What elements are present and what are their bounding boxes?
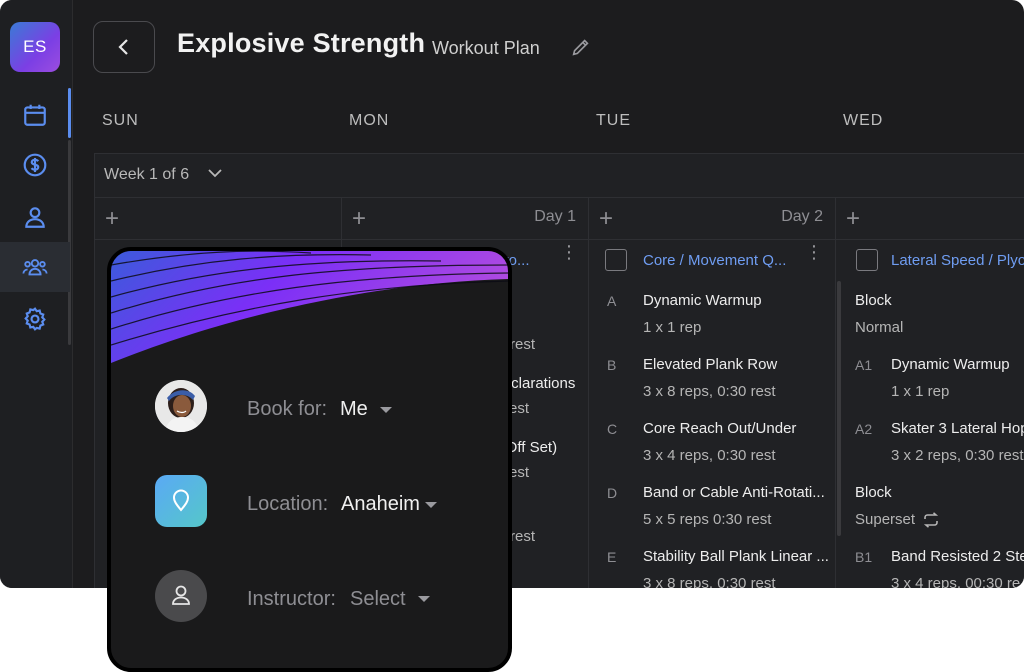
- block-type: Superset: [855, 511, 916, 528]
- exercise-detail: 1 x 1 rep: [643, 319, 702, 336]
- dollar-icon: [23, 153, 47, 177]
- back-button[interactable]: [93, 21, 155, 73]
- instructor-select[interactable]: Select: [350, 588, 406, 611]
- block-label: Block: [855, 292, 892, 309]
- exercise-detail: 3 x 8 reps, 0:30 rest: [643, 575, 776, 588]
- week-label: Week 1 of 6: [104, 166, 190, 183]
- day-column-tue: + Day 2 Core / Movement Q... ⋮ A Dynamic…: [589, 197, 836, 588]
- sidebar-item-settings[interactable]: [0, 294, 70, 344]
- location-pin-icon: [172, 489, 190, 512]
- add-workout-button[interactable]: +: [352, 205, 366, 233]
- exercise-detail: 3 x 4 reps, 0:30 rest: [643, 447, 776, 464]
- block-label: Block: [855, 484, 892, 501]
- exercise-name[interactable]: Core Reach Out/Under: [643, 420, 796, 437]
- exercise-name[interactable]: Dynamic Warmup: [643, 292, 762, 309]
- person-icon: [172, 585, 190, 605]
- more-options-icon[interactable]: ⋮: [560, 243, 578, 261]
- sidebar: ES: [0, 0, 73, 588]
- workout-checkbox[interactable]: [856, 249, 878, 271]
- sidebar-item-calendar[interactable]: [0, 90, 70, 140]
- booking-card: Book for: Me Location: Anaheim Instructo…: [107, 247, 512, 672]
- exercise-letter: B: [607, 357, 617, 373]
- exercise-name[interactable]: Elevated Plank Row: [643, 356, 777, 373]
- chevron-down-icon[interactable]: [418, 596, 430, 602]
- add-workout-button[interactable]: +: [105, 205, 119, 233]
- more-options-icon[interactable]: ⋮: [805, 243, 823, 261]
- page-subtitle: Workout Plan: [432, 38, 540, 58]
- location-pin-tile: [155, 475, 207, 527]
- exercise-letter: C: [607, 421, 618, 437]
- add-workout-button[interactable]: +: [599, 205, 613, 233]
- location-label: Location:: [247, 493, 329, 515]
- day-column-wed: + Lateral Speed / Plyo Block Normal A1 D…: [836, 197, 1024, 588]
- exercise-detail: 3 x 4 reps, 00:30 re: [891, 575, 1021, 588]
- exercise-detail: 3 x 2 reps, 0:30 rest: [891, 447, 1024, 464]
- exercise-detail: 1 x 1 rep: [891, 383, 950, 400]
- exercise-detail: rest: [510, 336, 536, 353]
- exercise-letter: E: [607, 549, 617, 565]
- person-icon: [25, 207, 45, 228]
- chevron-down-icon: [208, 169, 222, 178]
- sidebar-item-clients[interactable]: [0, 242, 70, 292]
- block-type: Normal: [855, 319, 904, 336]
- workout-title[interactable]: Core / Movement Q...: [643, 252, 786, 269]
- user-avatar[interactable]: ES: [10, 22, 60, 72]
- chevron-down-icon[interactable]: [380, 407, 392, 413]
- add-workout-button[interactable]: +: [846, 205, 860, 233]
- user-photo-avatar: [155, 380, 207, 432]
- column-header: + Day 1: [342, 197, 588, 240]
- book-for-label: Book for:: [247, 398, 328, 420]
- workout-checkbox[interactable]: [605, 249, 627, 271]
- chevron-down-icon[interactable]: [425, 502, 437, 508]
- column-header: +: [95, 197, 341, 240]
- day-number-label: Day 1: [534, 208, 576, 225]
- exercise-name[interactable]: Skater 3 Lateral Hop: [891, 420, 1024, 437]
- exercise-letter: A: [607, 293, 617, 309]
- column-header: + Day 2: [589, 197, 835, 240]
- location-value[interactable]: Anaheim: [341, 493, 420, 516]
- exercise-name[interactable]: Dynamic Warmup: [891, 356, 1010, 373]
- column-header: +: [836, 197, 1024, 240]
- exercise-detail: 3 x 8 reps, 0:30 rest: [643, 383, 776, 400]
- repeat-icon: [923, 512, 939, 528]
- exercise-name[interactable]: Band or Cable Anti-Rotati...: [643, 484, 825, 501]
- exercise-name[interactable]: Stability Ball Plank Linear ...: [643, 548, 829, 565]
- exercise-detail: 5 x 5 reps 0:30 rest: [643, 511, 772, 528]
- instructor-label: Instructor:: [247, 588, 336, 610]
- book-for-value[interactable]: Me: [340, 398, 368, 421]
- day-header-tue: TUE: [596, 112, 631, 129]
- instructor-avatar-placeholder: [155, 570, 207, 622]
- exercise-detail: rest: [510, 528, 536, 545]
- day-number-label: Day 2: [781, 208, 823, 225]
- avatar-initials: ES: [23, 37, 47, 56]
- pencil-icon[interactable]: [570, 36, 592, 58]
- exercise-letter: A2: [855, 421, 873, 437]
- calendar-icon: [24, 104, 46, 126]
- week-selector[interactable]: Week 1 of 6: [95, 154, 1024, 198]
- sidebar-item-payments[interactable]: [0, 140, 70, 190]
- exercise-name[interactable]: Band Resisted 2 Step: [891, 548, 1024, 565]
- decorative-wave-banner: [111, 251, 508, 363]
- weekday-header: SUN MON TUE WED: [72, 112, 1024, 136]
- exercise-letter: A1: [855, 357, 873, 373]
- exercise-letter: D: [607, 485, 618, 501]
- sidebar-item-profile[interactable]: [0, 192, 70, 242]
- gear-icon: [24, 307, 46, 331]
- day-header-wed: WED: [843, 112, 884, 129]
- day-header-sun: SUN: [102, 112, 139, 129]
- group-icon: [22, 259, 48, 276]
- day-header-mon: MON: [349, 112, 390, 129]
- chevron-left-icon: [118, 39, 128, 55]
- page-title: Explosive Strength: [177, 28, 426, 58]
- exercise-letter: B1: [855, 549, 873, 565]
- workout-title[interactable]: Lateral Speed / Plyo: [891, 252, 1024, 269]
